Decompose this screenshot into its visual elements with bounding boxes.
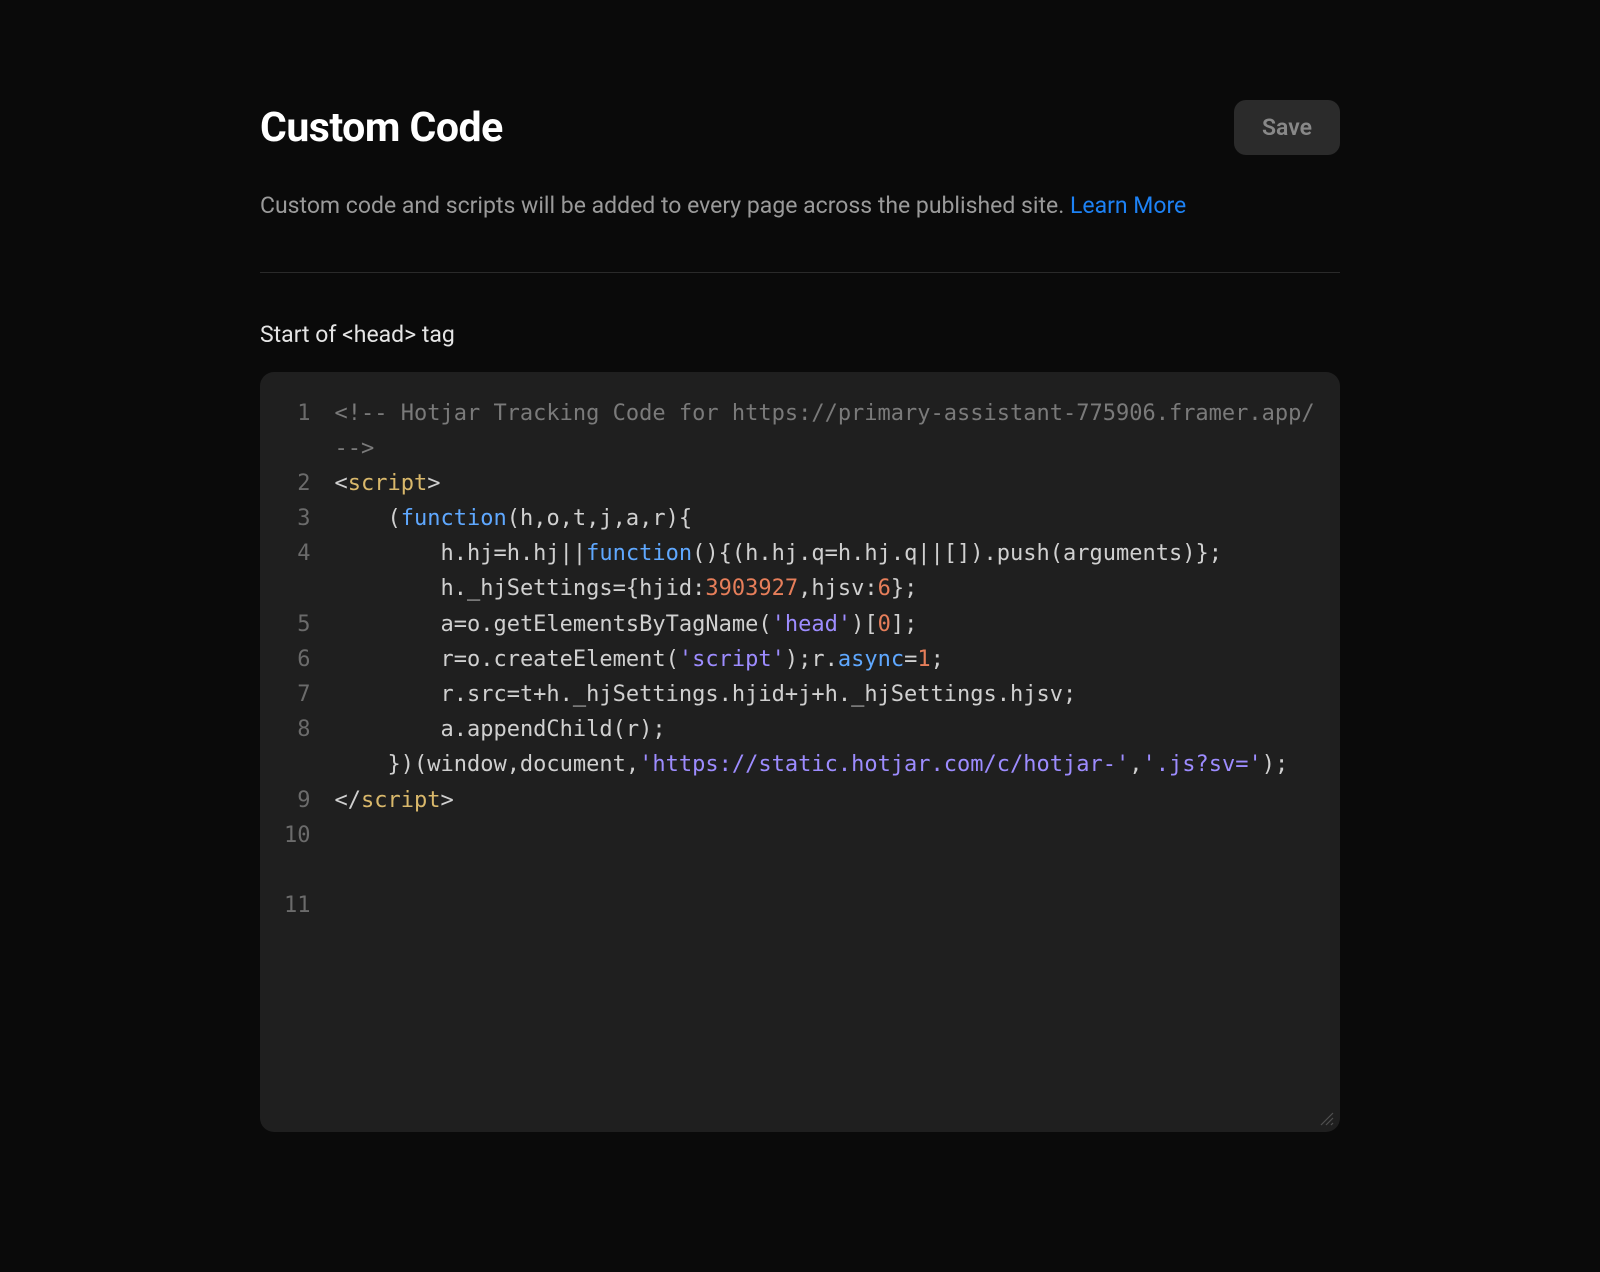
code-token: > xyxy=(427,471,440,496)
code-token: a.appendChild(r); xyxy=(335,717,666,742)
save-button[interactable]: Save xyxy=(1234,100,1340,155)
code-text-area[interactable]: <!-- Hotjar Tracking Code for https://pr… xyxy=(335,396,1317,992)
line-number xyxy=(284,571,311,606)
line-number: 3 xyxy=(284,501,311,536)
description-text: Custom code and scripts will be added to… xyxy=(260,192,1070,219)
code-token: '.js?sv=' xyxy=(1142,752,1261,777)
code-token: h.hj=h.hj|| xyxy=(335,541,587,566)
line-number: 11 xyxy=(284,888,311,923)
code-token: </ xyxy=(335,788,362,813)
line-number xyxy=(284,853,311,888)
code-token: r=o.createElement( xyxy=(335,647,679,672)
code-token: r.src=t+h._hjSettings.hjid+j+h._hjSettin… xyxy=(335,682,1077,707)
line-number xyxy=(284,431,311,466)
code-token: function xyxy=(586,541,692,566)
page-title: Custom Code xyxy=(260,104,503,152)
code-token: );r. xyxy=(785,647,838,672)
code-token: > xyxy=(440,788,453,813)
code-token: )[ xyxy=(851,612,878,637)
code-token: 3903927 xyxy=(705,576,798,601)
code-token: (){(h.hj.q=h.hj.q||[]).push(arguments)}; xyxy=(692,541,1222,566)
code-token: script xyxy=(361,788,440,813)
header-row: Custom Code Save xyxy=(260,100,1340,155)
line-number: 9 xyxy=(284,783,311,818)
code-token: = xyxy=(904,647,917,672)
section-divider xyxy=(260,272,1340,273)
code-token: 0 xyxy=(878,612,891,637)
code-token: async xyxy=(838,647,904,672)
learn-more-link[interactable]: Learn More xyxy=(1070,192,1186,219)
code-token: })(window,document, xyxy=(335,752,640,777)
code-token: 'https://static.hotjar.com/c/hotjar-' xyxy=(639,752,1129,777)
code-token: function xyxy=(401,506,507,531)
code-token: < xyxy=(335,471,348,496)
code-token: 6 xyxy=(878,576,891,601)
line-number: 7 xyxy=(284,677,311,712)
code-token: (h,o,t,j,a,r){ xyxy=(507,506,692,531)
line-number-gutter: 1 2 3 4 5 6 7 8 9 10 11 xyxy=(284,396,335,992)
code-comment: <!-- Hotjar Tracking Code for https://pr… xyxy=(335,401,1328,461)
section-label: Start of <head> tag xyxy=(260,321,1340,348)
page-description: Custom code and scripts will be added to… xyxy=(260,189,1340,224)
code-token: 1 xyxy=(917,647,930,672)
code-token: 'head' xyxy=(772,612,851,637)
code-token: }; xyxy=(891,576,918,601)
code-token: ,hjsv: xyxy=(798,576,877,601)
line-number: 4 xyxy=(284,536,311,571)
code-token: h._hjSettings={hjid: xyxy=(335,576,706,601)
line-number: 5 xyxy=(284,607,311,642)
code-token: 'script' xyxy=(679,647,785,672)
code-token: ( xyxy=(335,506,401,531)
resize-handle-icon xyxy=(1318,1110,1334,1126)
line-number: 8 xyxy=(284,712,311,747)
code-token: ; xyxy=(931,647,944,672)
code-token: ); xyxy=(1262,752,1289,777)
code-token: ]; xyxy=(891,612,918,637)
line-number: 2 xyxy=(284,466,311,501)
code-editor[interactable]: 1 2 3 4 5 6 7 8 9 10 11 <!-- Hotjar Trac… xyxy=(260,372,1340,1132)
code-token: a=o.getElementsByTagName( xyxy=(335,612,772,637)
line-number: 1 xyxy=(284,396,311,431)
code-token: script xyxy=(348,471,427,496)
line-number: 6 xyxy=(284,642,311,677)
line-number: 10 xyxy=(284,818,311,853)
code-token: , xyxy=(1129,752,1142,777)
line-number xyxy=(284,747,311,782)
